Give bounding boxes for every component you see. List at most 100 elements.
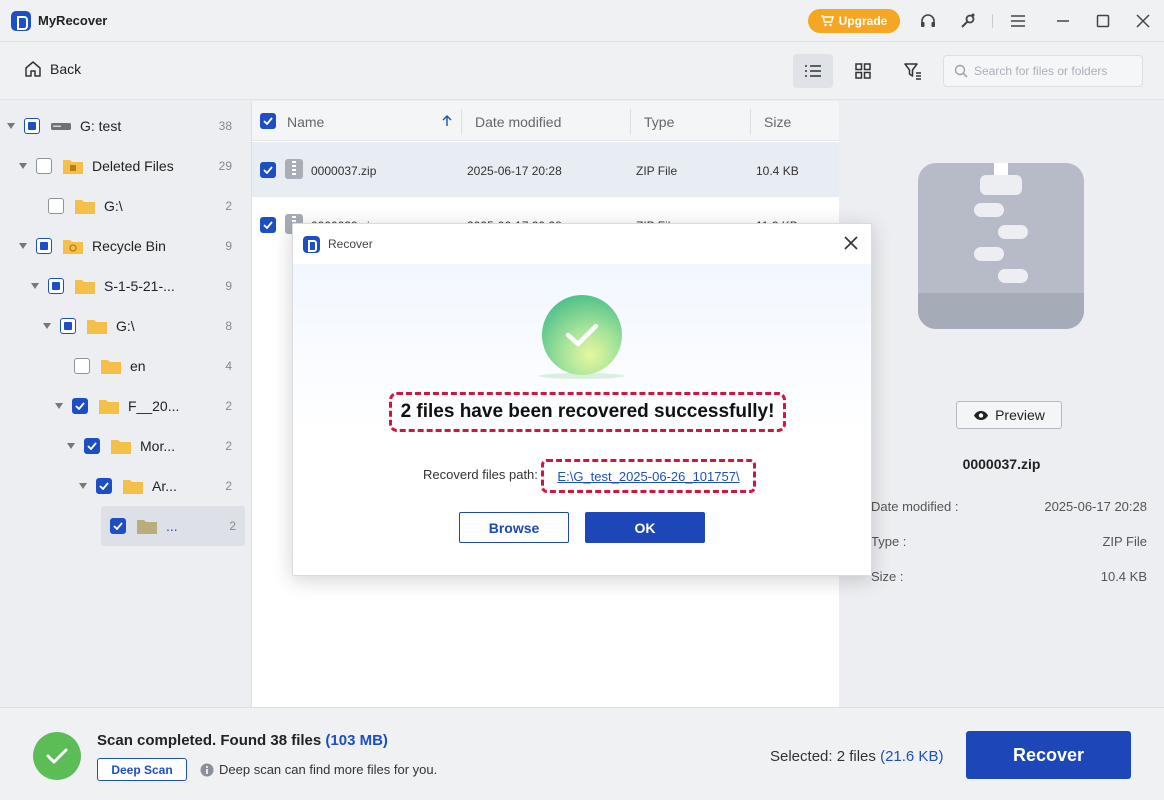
zip-preview-icon — [918, 163, 1084, 329]
eye-icon — [974, 410, 989, 420]
column-type[interactable]: Type — [644, 114, 674, 130]
checkbox[interactable] — [36, 238, 52, 254]
menu-icon[interactable] — [1008, 11, 1028, 31]
preview-file-name: 0000037.zip — [962, 456, 1041, 472]
tree-item-g-drive[interactable]: G:\ 2 — [48, 186, 246, 226]
browse-button[interactable]: Browse — [459, 512, 569, 543]
ok-button[interactable]: OK — [585, 512, 705, 543]
tree-item-en[interactable]: en 4 — [74, 346, 246, 386]
filter-button[interactable] — [893, 54, 933, 88]
tree-item-count: 2 — [225, 439, 232, 453]
select-all-checkbox[interactable] — [260, 113, 276, 129]
folder-tree: G: test 38 Deleted Files 29 G:\ 2 Recycl… — [0, 101, 252, 707]
recover-dialog: Recover 2 files have been recovered succ… — [292, 223, 872, 576]
grid-view-button[interactable] — [843, 54, 883, 88]
headset-icon[interactable] — [918, 11, 938, 31]
file-size: 10.4 KB — [756, 164, 799, 178]
search-input[interactable] — [974, 64, 1134, 78]
column-divider[interactable] — [630, 109, 631, 135]
search-box[interactable] — [943, 55, 1143, 87]
back-button[interactable]: Back — [24, 60, 81, 78]
tools-icon[interactable] — [958, 11, 978, 31]
column-date[interactable]: Date modified — [475, 114, 561, 130]
dialog-close-icon[interactable] — [841, 233, 861, 253]
type-value: ZIP File — [1102, 534, 1147, 549]
tree-item-label: Recycle Bin — [92, 238, 166, 254]
list-view-icon — [805, 65, 821, 77]
recover-button[interactable]: Recover — [966, 731, 1131, 779]
recovered-path-link[interactable]: E:\G_test_2025-06-26_101757\ — [541, 459, 756, 493]
tree-item-count: 2 — [225, 479, 232, 493]
caret-down-icon[interactable] — [30, 281, 40, 291]
sort-up-icon[interactable] — [442, 115, 452, 127]
filter-icon — [904, 63, 921, 80]
checkbox[interactable] — [36, 158, 52, 174]
column-divider[interactable] — [750, 109, 751, 135]
maximize-icon[interactable] — [1093, 11, 1113, 31]
checkbox[interactable] — [72, 398, 88, 414]
caret-down-icon[interactable] — [18, 241, 28, 251]
date-value: 2025-06-17 20:28 — [1044, 499, 1147, 514]
caret-down-icon[interactable] — [6, 121, 16, 131]
tree-item-count: 2 — [225, 399, 232, 413]
tree-item-sid[interactable]: S-1-5-21-... 9 — [30, 266, 246, 306]
home-icon — [25, 61, 41, 77]
tree-item-label: Mor... — [140, 438, 176, 454]
checkbox[interactable] — [48, 278, 64, 294]
tree-item-label: F__20... — [128, 398, 180, 414]
selection-summary: Selected: 2 files (21.6 KB) — [770, 748, 943, 765]
list-view-button[interactable] — [793, 54, 833, 88]
checkbox[interactable] — [60, 318, 76, 334]
tree-item-count: 9 — [225, 239, 232, 253]
column-name[interactable]: Name — [287, 114, 324, 130]
tree-item-deleted-files[interactable]: Deleted Files 29 — [18, 146, 246, 186]
caret-down-icon[interactable] — [78, 481, 88, 491]
caret-down-icon[interactable] — [54, 401, 64, 411]
tree-item-f20[interactable]: F__20... 2 — [54, 386, 246, 426]
drive-icon — [51, 123, 71, 130]
tree-item-count: 2 — [225, 199, 232, 213]
caret-down-icon[interactable] — [66, 441, 76, 451]
checkbox[interactable] — [48, 198, 64, 214]
checkbox[interactable] — [110, 518, 126, 534]
app-title: MyRecover — [38, 13, 108, 28]
table-row[interactable]: 0000037.zip 2025-06-17 20:28 ZIP File 10… — [252, 142, 839, 197]
titlebar-separator — [992, 14, 993, 28]
tree-item-label: Ar... — [152, 478, 177, 494]
tree-item-recycle-bin[interactable]: Recycle Bin 9 — [18, 226, 246, 266]
column-divider[interactable] — [461, 109, 462, 135]
tree-item-selected[interactable]: ... 2 — [101, 506, 245, 546]
back-label: Back — [50, 61, 82, 77]
checkbox[interactable] — [96, 478, 112, 494]
minimize-icon[interactable] — [1053, 11, 1073, 31]
tree-item-ar[interactable]: Ar... 2 — [78, 466, 246, 506]
preview-button[interactable]: Preview — [956, 401, 1062, 429]
toolbar: Back — [0, 42, 1164, 100]
checkbox[interactable] — [24, 118, 40, 134]
tree-item-count: 4 — [225, 359, 232, 373]
deep-scan-button[interactable]: Deep Scan — [97, 758, 187, 781]
caret-down-icon[interactable] — [18, 161, 28, 171]
row-checkbox[interactable] — [260, 162, 276, 178]
close-icon[interactable] — [1133, 11, 1153, 31]
success-check-icon — [542, 295, 622, 375]
tree-item-g-drive-sub[interactable]: G:\ 8 — [42, 306, 246, 346]
column-size[interactable]: Size — [764, 114, 791, 130]
folder-icon — [75, 280, 95, 294]
caret-down-icon[interactable] — [42, 321, 52, 331]
dialog-logo-icon — [303, 236, 320, 253]
upgrade-button[interactable]: Upgrade — [808, 9, 900, 33]
grid-view-icon — [855, 63, 871, 79]
scan-complete-icon — [33, 732, 81, 780]
preview-label: Preview — [995, 407, 1045, 423]
tree-item-label: S-1-5-21-... — [104, 278, 175, 294]
checkbox[interactable] — [84, 438, 100, 454]
scan-status: Scan completed. Found 38 files (103 MB) — [97, 732, 388, 749]
row-checkbox[interactable] — [260, 217, 276, 233]
size-value: 10.4 KB — [1100, 569, 1147, 584]
scan-status-size: (103 MB) — [325, 732, 388, 749]
checkbox[interactable] — [74, 358, 90, 374]
recycle-bin-icon — [63, 240, 83, 254]
tree-item-mor[interactable]: Mor... 2 — [66, 426, 246, 466]
tree-item-g-test[interactable]: G: test 38 — [6, 106, 246, 146]
